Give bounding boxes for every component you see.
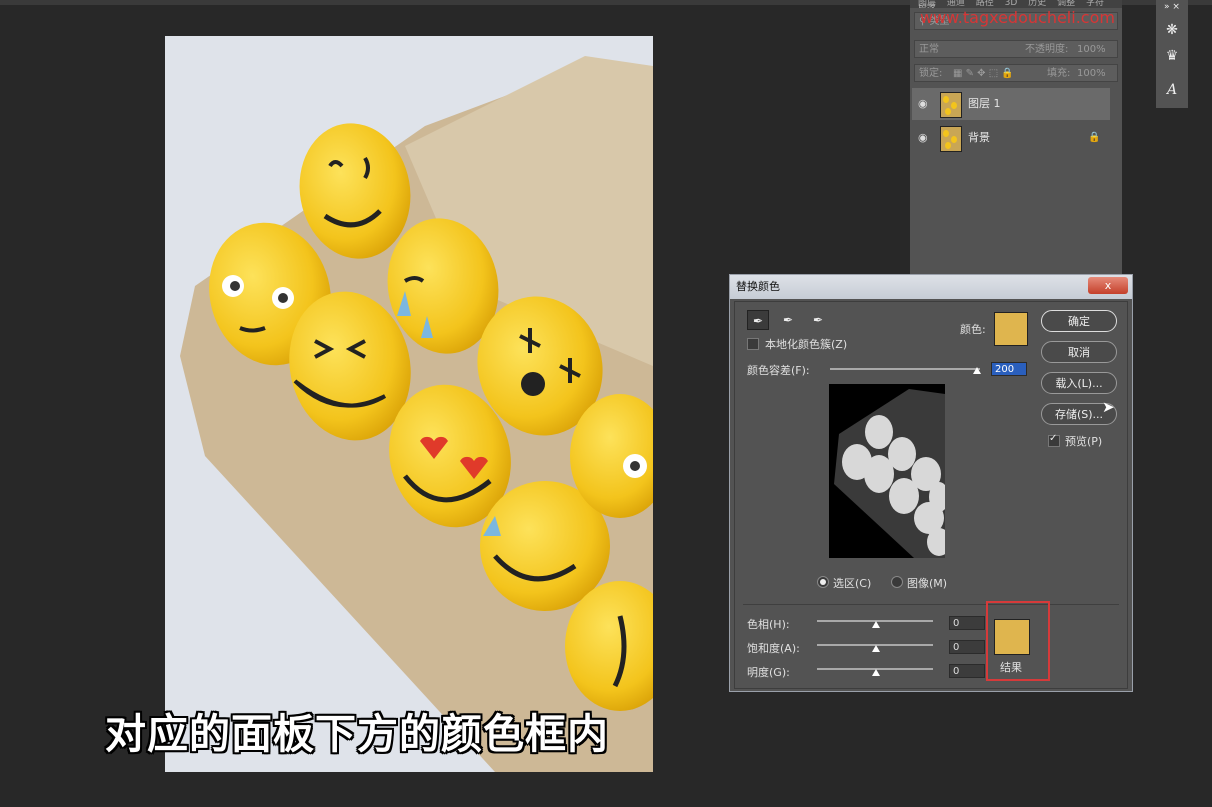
lock-icons[interactable]: ▦ ✎ ✥ ⬚ 🔒 [953,65,1014,83]
layers-panel: 图层 通道 路径 3D 历史 调整 字符 段落 ⚲ 类型 正常 不透明度: 10… [910,0,1122,280]
preview-label: 预览(P) [1065,435,1103,448]
layer-name: 背景 [968,131,990,144]
tab-character[interactable]: 字符 [1086,0,1104,8]
tab-paths[interactable]: 路径 [976,0,994,8]
hue-input[interactable]: 0 [949,616,985,630]
layer-name: 图层 1 [968,97,1001,110]
blend-mode-row[interactable]: 正常 不透明度: 100% [914,40,1118,58]
eyedropper-icon[interactable]: ✒ [747,310,769,330]
tab-3d[interactable]: 3D [1005,0,1018,8]
selection-radio-label: 选区(C) [833,577,872,590]
localized-clusters-label: 本地化颜色簇(Z) [765,338,848,351]
opacity-value[interactable]: 100% [1077,41,1106,59]
image-radio-label: 图像(M) [907,577,948,590]
right-tool-strip: » × ❋ ♛ A [1156,0,1188,108]
selection-preview [829,384,945,558]
result-label: 结果 [1000,661,1022,674]
eyedropper-minus-icon[interactable]: ✒ [807,310,829,330]
eye-icon[interactable]: ◉ [918,122,928,154]
layer-row-background[interactable]: ◉ 背景 🔒 [912,122,1110,154]
emoji-eggs-photo [165,36,653,772]
layer-thumbnail [940,126,962,152]
fuzziness-slider-track[interactable] [830,368,980,370]
ok-button[interactable]: 确定 [1041,310,1117,332]
color-label: 颜色: [960,323,986,336]
character-icon[interactable]: A [1156,82,1188,98]
lightness-slider-knob[interactable] [872,669,880,676]
brush-presets-icon[interactable]: ♛ [1156,48,1188,64]
fuzziness-input[interactable]: 200 [991,362,1027,376]
layers-panel-tabs[interactable]: 图层 通道 路径 3D 历史 调整 字符 段落 [910,0,1122,8]
dialog-body: ✒ ✒ ✒ 本地化颜色簇(Z) 颜色: 颜色容差(F): 200 选区(C) 图… [734,301,1128,689]
hue-label: 色相(H): [747,618,790,631]
document-canvas[interactable] [165,36,653,772]
mouse-cursor-icon: ➤ [1102,398,1115,416]
watermark-text: www.tagxedoucheli.com [920,8,1115,27]
saturation-label: 饱和度(A): [747,642,800,655]
saturation-input[interactable]: 0 [949,640,985,654]
lock-label: 锁定: [919,68,943,79]
brush-settings-icon[interactable]: ❋ [1156,22,1188,38]
tab-channels[interactable]: 通道 [947,0,965,8]
layer-row-layer1[interactable]: ◉ 图层 1 [912,88,1110,120]
load-button[interactable]: 载入(L)... [1041,372,1117,394]
dialog-title: 替换颜色 [736,280,780,293]
lightness-input[interactable]: 0 [949,664,985,678]
tab-history[interactable]: 历史 [1028,0,1046,8]
image-radio[interactable] [891,576,903,588]
blend-mode-select[interactable]: 正常 [919,44,939,55]
dialog-titlebar[interactable]: 替换颜色 [730,275,1132,299]
eyedropper-plus-icon[interactable]: ✒ [777,310,799,330]
selection-radio[interactable] [817,576,829,588]
preview-checkbox[interactable] [1048,433,1060,447]
color-swatch[interactable] [994,312,1028,346]
fill-value[interactable]: 100% [1077,65,1106,83]
fuzziness-label: 颜色容差(F): [747,364,810,377]
hue-slider-knob[interactable] [872,621,880,628]
opacity-label: 不透明度: [1025,44,1069,55]
lightness-label: 明度(G): [747,666,790,679]
collapse-icon[interactable]: » × [1156,2,1188,12]
saturation-slider-knob[interactable] [872,645,880,652]
close-button[interactable]: x [1088,277,1128,294]
video-subtitle: 对应的面板下方的颜色框内 [105,710,609,758]
lock-icon: 🔒 [1088,132,1101,143]
lock-row: 锁定: ▦ ✎ ✥ ⬚ 🔒 填充: 100% [914,64,1118,82]
layer-thumbnail [940,92,962,118]
eye-icon[interactable]: ◉ [918,88,928,120]
section-divider [743,604,1119,605]
replace-color-dialog: 替换颜色 x ✒ ✒ ✒ 本地化颜色簇(Z) 颜色: 颜色容差(F): 200 [729,274,1133,692]
fill-label: 填充: [1047,68,1071,79]
fuzziness-slider-knob[interactable] [973,367,981,374]
tab-adjust[interactable]: 调整 [1057,0,1075,8]
result-swatch[interactable] [994,619,1030,655]
localized-clusters-checkbox[interactable] [747,338,759,350]
cancel-button[interactable]: 取消 [1041,341,1117,363]
